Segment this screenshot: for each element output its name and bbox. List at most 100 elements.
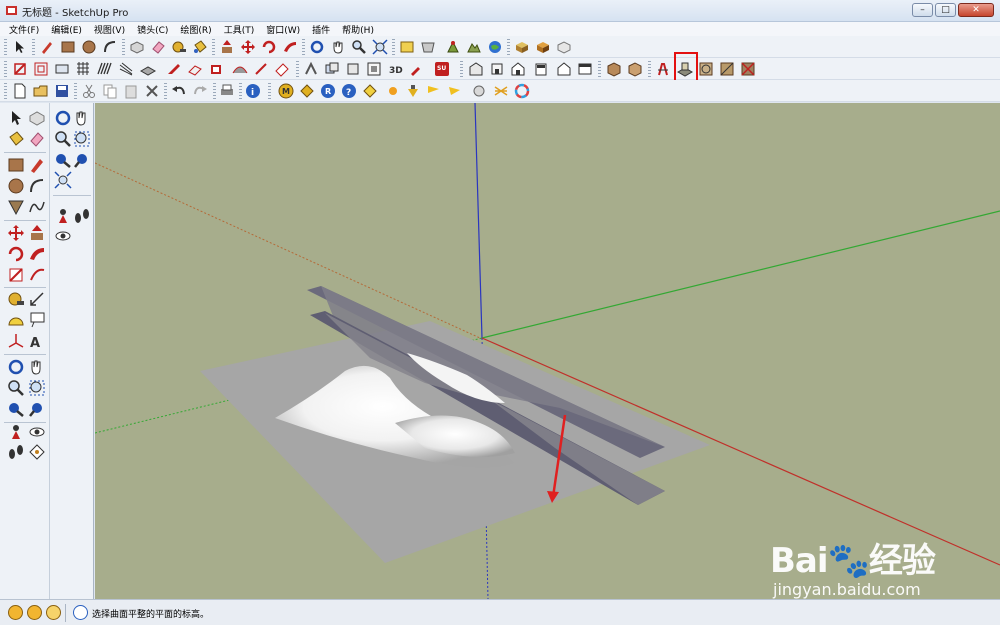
freehand-icon[interactable] [28, 198, 46, 216]
protractor-icon[interactable] [7, 311, 25, 329]
eyedropper-icon[interactable] [408, 61, 424, 77]
tape-measure-icon[interactable] [171, 39, 187, 55]
look-around-icon[interactable] [28, 423, 46, 441]
tape-measure-icon[interactable] [7, 290, 25, 308]
toolbar-grip[interactable] [302, 39, 305, 55]
position-camera-icon[interactable] [54, 207, 72, 225]
menu-plugins[interactable]: 插件 [312, 23, 330, 36]
eraser-icon[interactable] [150, 39, 166, 55]
next-view-icon[interactable] [73, 151, 91, 169]
previous-view-icon[interactable] [54, 151, 72, 169]
zoom-icon[interactable] [351, 39, 367, 55]
redo-icon[interactable] [192, 83, 208, 99]
plugin-m-icon[interactable]: M [278, 83, 294, 99]
circle-icon[interactable] [7, 177, 25, 195]
credits-icon[interactable] [27, 605, 42, 620]
select-icon[interactable] [12, 39, 28, 55]
plugin-color-wheel-icon[interactable] [514, 83, 530, 99]
tag-icon[interactable] [274, 61, 290, 77]
maximize-button[interactable]: □ [935, 3, 956, 17]
move-icon[interactable] [7, 224, 25, 242]
toolbar-grip[interactable] [239, 83, 242, 99]
look-around-icon[interactable] [54, 227, 72, 245]
make-component-icon[interactable] [129, 39, 145, 55]
toolbar-grip[interactable] [4, 83, 7, 99]
toolbar-grip[interactable] [164, 83, 167, 99]
scale-icon[interactable] [12, 61, 28, 77]
geolocation-icon[interactable] [8, 605, 23, 620]
copy-icon[interactable] [102, 83, 118, 99]
help-icon[interactable] [73, 605, 88, 620]
rotate-icon[interactable] [261, 39, 277, 55]
pan-icon[interactable] [28, 358, 46, 376]
paste-icon[interactable] [123, 83, 139, 99]
sandbox-from-contours-icon[interactable] [655, 61, 671, 77]
shaded-style-icon[interactable] [627, 61, 643, 77]
knife-icon[interactable] [166, 61, 182, 77]
offset-icon[interactable] [28, 266, 46, 284]
lines-icon[interactable] [118, 61, 134, 77]
google-earth-icon[interactable] [487, 39, 503, 55]
grid-icon[interactable] [75, 61, 91, 77]
open-file-icon[interactable] [33, 83, 49, 99]
dimension-icon[interactable] [28, 290, 46, 308]
menu-help[interactable]: 帮助(H) [342, 23, 374, 36]
menu-draw[interactable]: 绘图(R) [180, 23, 211, 36]
cut-icon[interactable] [81, 83, 97, 99]
solid-tools-icon[interactable] [324, 61, 340, 77]
toolbar-grip[interactable] [122, 39, 125, 55]
left-view-icon[interactable] [577, 61, 593, 77]
line-tool-icon[interactable] [253, 61, 269, 77]
rectangle-icon[interactable] [60, 39, 76, 55]
orbit-icon[interactable] [54, 109, 72, 127]
rotate-icon[interactable] [7, 245, 25, 263]
plugin-r-icon[interactable]: R [320, 83, 336, 99]
polygon-icon[interactable] [7, 198, 25, 216]
save-icon[interactable] [54, 83, 70, 99]
model-info-icon[interactable]: i [245, 83, 261, 99]
follow-me-icon[interactable] [28, 245, 46, 263]
share-model-icon[interactable] [420, 39, 436, 55]
dimensions-icon[interactable] [303, 61, 319, 77]
pan-icon[interactable] [73, 109, 91, 127]
back-view-icon[interactable] [556, 61, 572, 77]
zoom-extents-icon[interactable] [54, 171, 72, 189]
text-label-icon[interactable] [28, 311, 46, 329]
circle-icon[interactable] [81, 39, 97, 55]
right-view-icon[interactable] [533, 61, 549, 77]
sandbox-add-detail-icon[interactable] [719, 61, 735, 77]
toolbar-grip[interactable] [212, 39, 215, 55]
pull-icon[interactable] [208, 61, 224, 77]
axes-icon[interactable] [7, 332, 25, 350]
iso-view-icon[interactable] [468, 61, 484, 77]
make-component-icon[interactable] [28, 109, 46, 127]
menu-camera[interactable]: 镜头(C) [137, 23, 168, 36]
pan-icon[interactable] [330, 39, 346, 55]
undo-icon[interactable] [171, 83, 187, 99]
arc-icon[interactable] [28, 177, 46, 195]
plugin-tag2-icon[interactable] [362, 83, 378, 99]
erase-selection-icon[interactable] [144, 83, 160, 99]
plugin-sticks-icon[interactable] [493, 83, 509, 99]
section-plane-icon[interactable] [54, 61, 70, 77]
smooth-icon[interactable] [232, 61, 248, 77]
toolbar-grip[interactable] [598, 61, 601, 77]
plugin-flag2-icon[interactable] [447, 83, 463, 99]
zoom-window-icon[interactable] [28, 379, 46, 397]
stripes-icon[interactable] [96, 61, 112, 77]
pencil-icon[interactable] [39, 39, 55, 55]
plugin-dot-icon[interactable] [385, 83, 401, 99]
offset-icon[interactable] [33, 61, 49, 77]
sandbox-flip-edge-icon[interactable] [740, 61, 756, 77]
menu-window[interactable]: 窗口(W) [266, 23, 300, 36]
plugin-lamp-icon[interactable] [405, 83, 421, 99]
make-component-alt-icon[interactable] [556, 39, 572, 55]
toolbar-grip[interactable] [460, 61, 463, 77]
follow-me-icon[interactable] [282, 39, 298, 55]
plugin-help-icon[interactable]: ? [341, 83, 357, 99]
push-pull-icon[interactable] [219, 39, 235, 55]
front-view-icon[interactable] [510, 61, 526, 77]
minimize-button[interactable]: – [912, 3, 933, 17]
su-app-icon[interactable]: SU [434, 61, 450, 77]
push-pull-icon[interactable] [28, 224, 46, 242]
